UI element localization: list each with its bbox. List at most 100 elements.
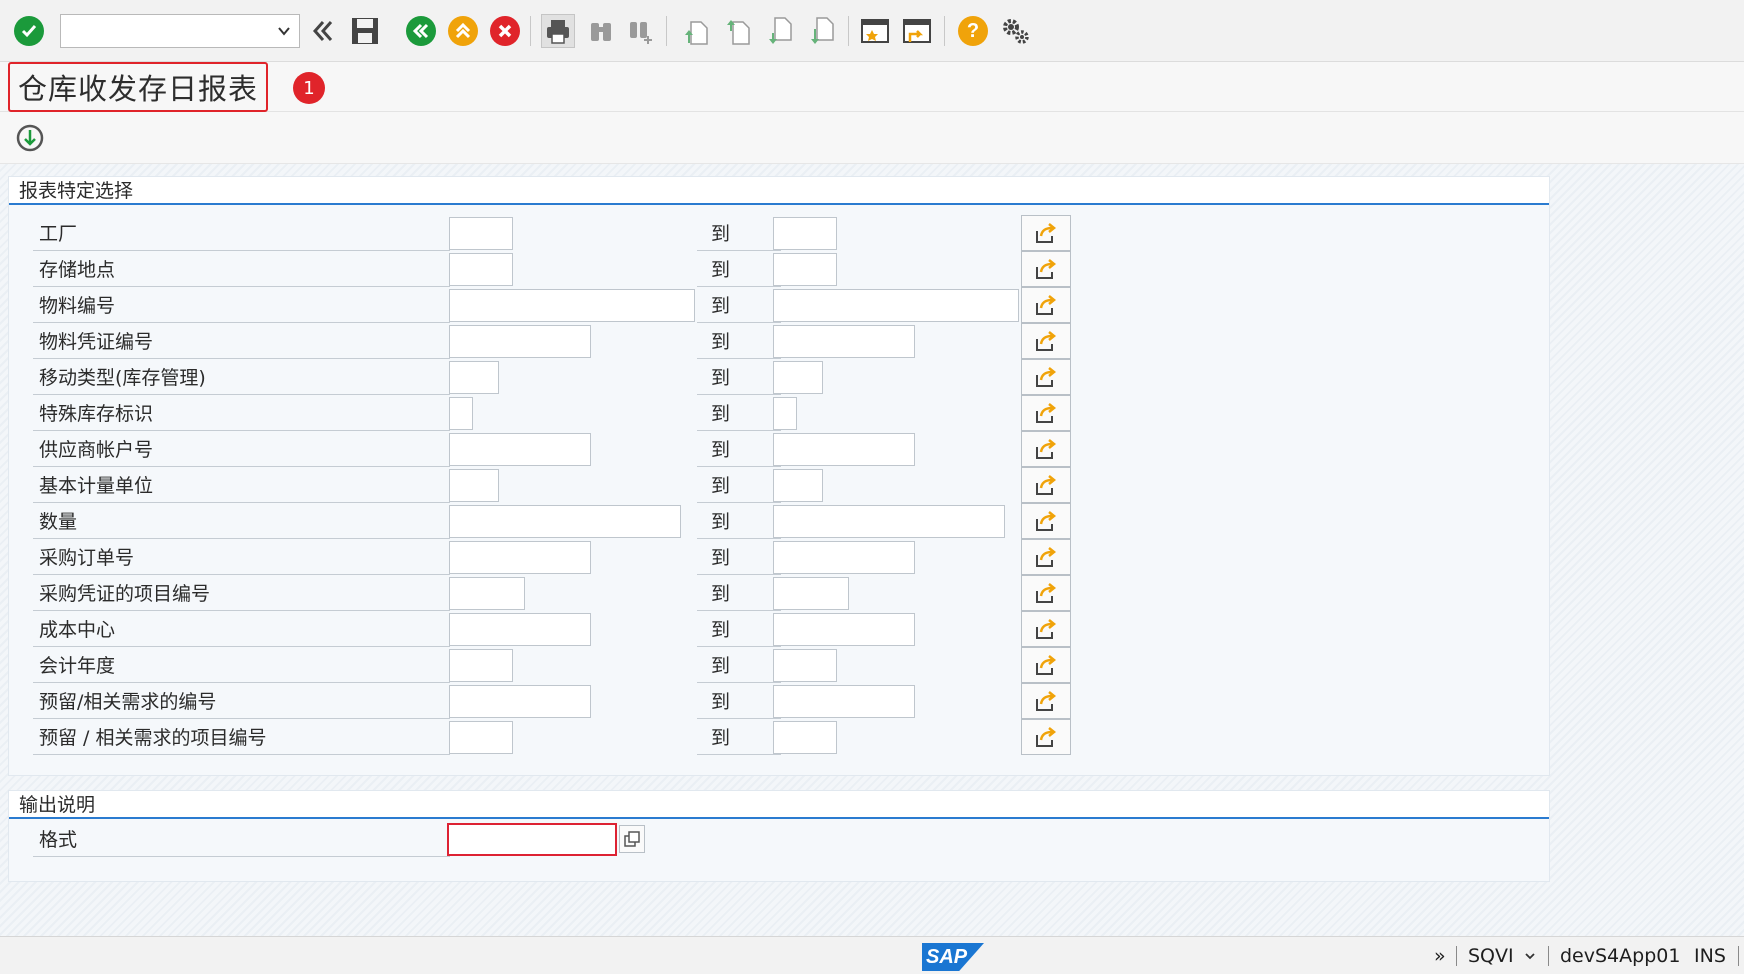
range-from-input[interactable]	[449, 325, 591, 358]
range-to-input[interactable]	[773, 397, 797, 430]
command-field[interactable]	[60, 14, 300, 48]
range-to-input[interactable]	[773, 217, 837, 250]
multiple-selection-button[interactable]	[1021, 503, 1071, 539]
next-page-icon[interactable]	[764, 14, 798, 48]
range-from-input[interactable]	[449, 469, 499, 502]
range-from-input[interactable]	[449, 253, 513, 286]
selection-row: 存储地点 到	[9, 251, 1551, 287]
back-icon[interactable]	[404, 14, 438, 48]
range-to-input[interactable]	[773, 721, 837, 754]
selection-row-label: 移动类型(库存管理)	[33, 361, 450, 395]
multiple-selection-icon	[1036, 691, 1057, 711]
multiple-selection-button[interactable]	[1021, 323, 1071, 359]
exit-icon[interactable]	[446, 14, 480, 48]
execute-icon[interactable]	[14, 122, 46, 158]
multiple-selection-button[interactable]	[1021, 539, 1071, 575]
selection-row: 供应商帐户号 到	[9, 431, 1551, 467]
multiple-selection-button[interactable]	[1021, 611, 1071, 647]
command-input[interactable]	[61, 15, 261, 47]
selection-row: 会计年度 到	[9, 647, 1551, 683]
selection-row: 预留 / 相关需求的项目编号 到	[9, 719, 1551, 755]
multiple-selection-button[interactable]	[1021, 215, 1071, 251]
multiple-selection-button[interactable]	[1021, 287, 1071, 323]
page-title: 仓库收发存日报表	[8, 62, 269, 112]
selection-row-label: 会计年度	[33, 649, 450, 683]
selection-row-label: 基本计量单位	[33, 469, 450, 503]
range-to-input[interactable]	[773, 613, 915, 646]
range-from-input[interactable]	[449, 577, 525, 610]
range-to-label: 到	[697, 397, 781, 431]
range-to-label: 到	[697, 505, 781, 539]
chevron-down-icon[interactable]	[277, 23, 291, 42]
multiple-selection-button[interactable]	[1021, 683, 1071, 719]
range-from-input[interactable]	[449, 541, 591, 574]
output-group: 输出说明 格式	[8, 790, 1550, 882]
server-name: devS4App01	[1560, 945, 1681, 967]
range-to-input[interactable]	[773, 325, 915, 358]
range-from-input[interactable]	[449, 289, 695, 322]
selection-row: 成本中心 到	[9, 611, 1551, 647]
range-to-input[interactable]	[773, 541, 915, 574]
multiple-selection-button[interactable]	[1021, 647, 1071, 683]
output-group-heading: 输出说明	[9, 791, 1549, 819]
range-to-label: 到	[697, 433, 781, 467]
first-page-icon[interactable]	[680, 14, 714, 48]
range-to-label: 到	[697, 469, 781, 503]
shortcut-icon[interactable]	[900, 14, 934, 48]
range-from-input[interactable]	[449, 397, 473, 430]
range-from-input[interactable]	[449, 505, 681, 538]
selection-group-heading: 报表特定选择	[9, 177, 1549, 205]
multiple-selection-button[interactable]	[1021, 431, 1071, 467]
selection-group: 报表特定选择 工厂到存储地点到物料编号到物料凭证编号到移动类型(库存管理) 到特殊…	[8, 176, 1550, 776]
selection-row-label: 工厂	[33, 217, 450, 251]
multiple-selection-button[interactable]	[1021, 251, 1071, 287]
range-to-input[interactable]	[773, 289, 1019, 322]
range-to-label: 到	[697, 289, 781, 323]
sap-logo: SAP	[922, 943, 984, 971]
range-from-input[interactable]	[449, 433, 591, 466]
print-icon[interactable]	[541, 14, 575, 48]
range-from-input[interactable]	[449, 613, 591, 646]
range-to-label: 到	[697, 613, 781, 647]
range-to-input[interactable]	[773, 433, 915, 466]
range-from-input[interactable]	[449, 217, 513, 250]
multiple-selection-button[interactable]	[1021, 395, 1071, 431]
cancel-icon[interactable]	[488, 14, 522, 48]
selection-row: 基本计量单位 到	[9, 467, 1551, 503]
range-to-input[interactable]	[773, 505, 1005, 538]
status-chevron-down-icon[interactable]	[1524, 945, 1536, 967]
value-help-icon	[624, 831, 640, 847]
check-icon[interactable]	[12, 14, 46, 48]
multiple-selection-icon	[1036, 403, 1057, 423]
range-from-input[interactable]	[449, 361, 499, 394]
status-expand-arrows[interactable]: »	[1434, 945, 1446, 967]
range-to-input[interactable]	[773, 361, 823, 394]
double-chevron-left-icon[interactable]	[306, 14, 340, 48]
find-next-icon[interactable]	[624, 14, 658, 48]
input-mode: INS	[1694, 945, 1726, 967]
range-to-input[interactable]	[773, 469, 823, 502]
multiple-selection-button[interactable]	[1021, 719, 1071, 755]
new-session-icon[interactable]	[858, 14, 892, 48]
multiple-selection-button[interactable]	[1021, 359, 1071, 395]
previous-page-icon[interactable]	[722, 14, 756, 48]
range-to-input[interactable]	[773, 685, 915, 718]
format-input[interactable]	[447, 823, 617, 856]
multiple-selection-button[interactable]	[1021, 575, 1071, 611]
help-icon[interactable]: ?	[956, 14, 990, 48]
settings-icon[interactable]	[998, 14, 1032, 48]
find-icon[interactable]	[584, 14, 618, 48]
range-to-input[interactable]	[773, 253, 837, 286]
range-from-input[interactable]	[449, 721, 513, 754]
multiple-selection-button[interactable]	[1021, 467, 1071, 503]
last-page-icon[interactable]	[806, 14, 840, 48]
selection-row: 采购凭证的项目编号 到	[9, 575, 1551, 611]
transaction-code[interactable]: SQVI	[1468, 945, 1514, 967]
range-from-input[interactable]	[449, 649, 513, 682]
save-icon[interactable]	[348, 14, 382, 48]
value-help-button[interactable]	[619, 825, 645, 853]
range-from-input[interactable]	[449, 685, 591, 718]
range-to-input[interactable]	[773, 577, 849, 610]
range-to-input[interactable]	[773, 649, 837, 682]
selection-row: 预留/相关需求的编号 到	[9, 683, 1551, 719]
